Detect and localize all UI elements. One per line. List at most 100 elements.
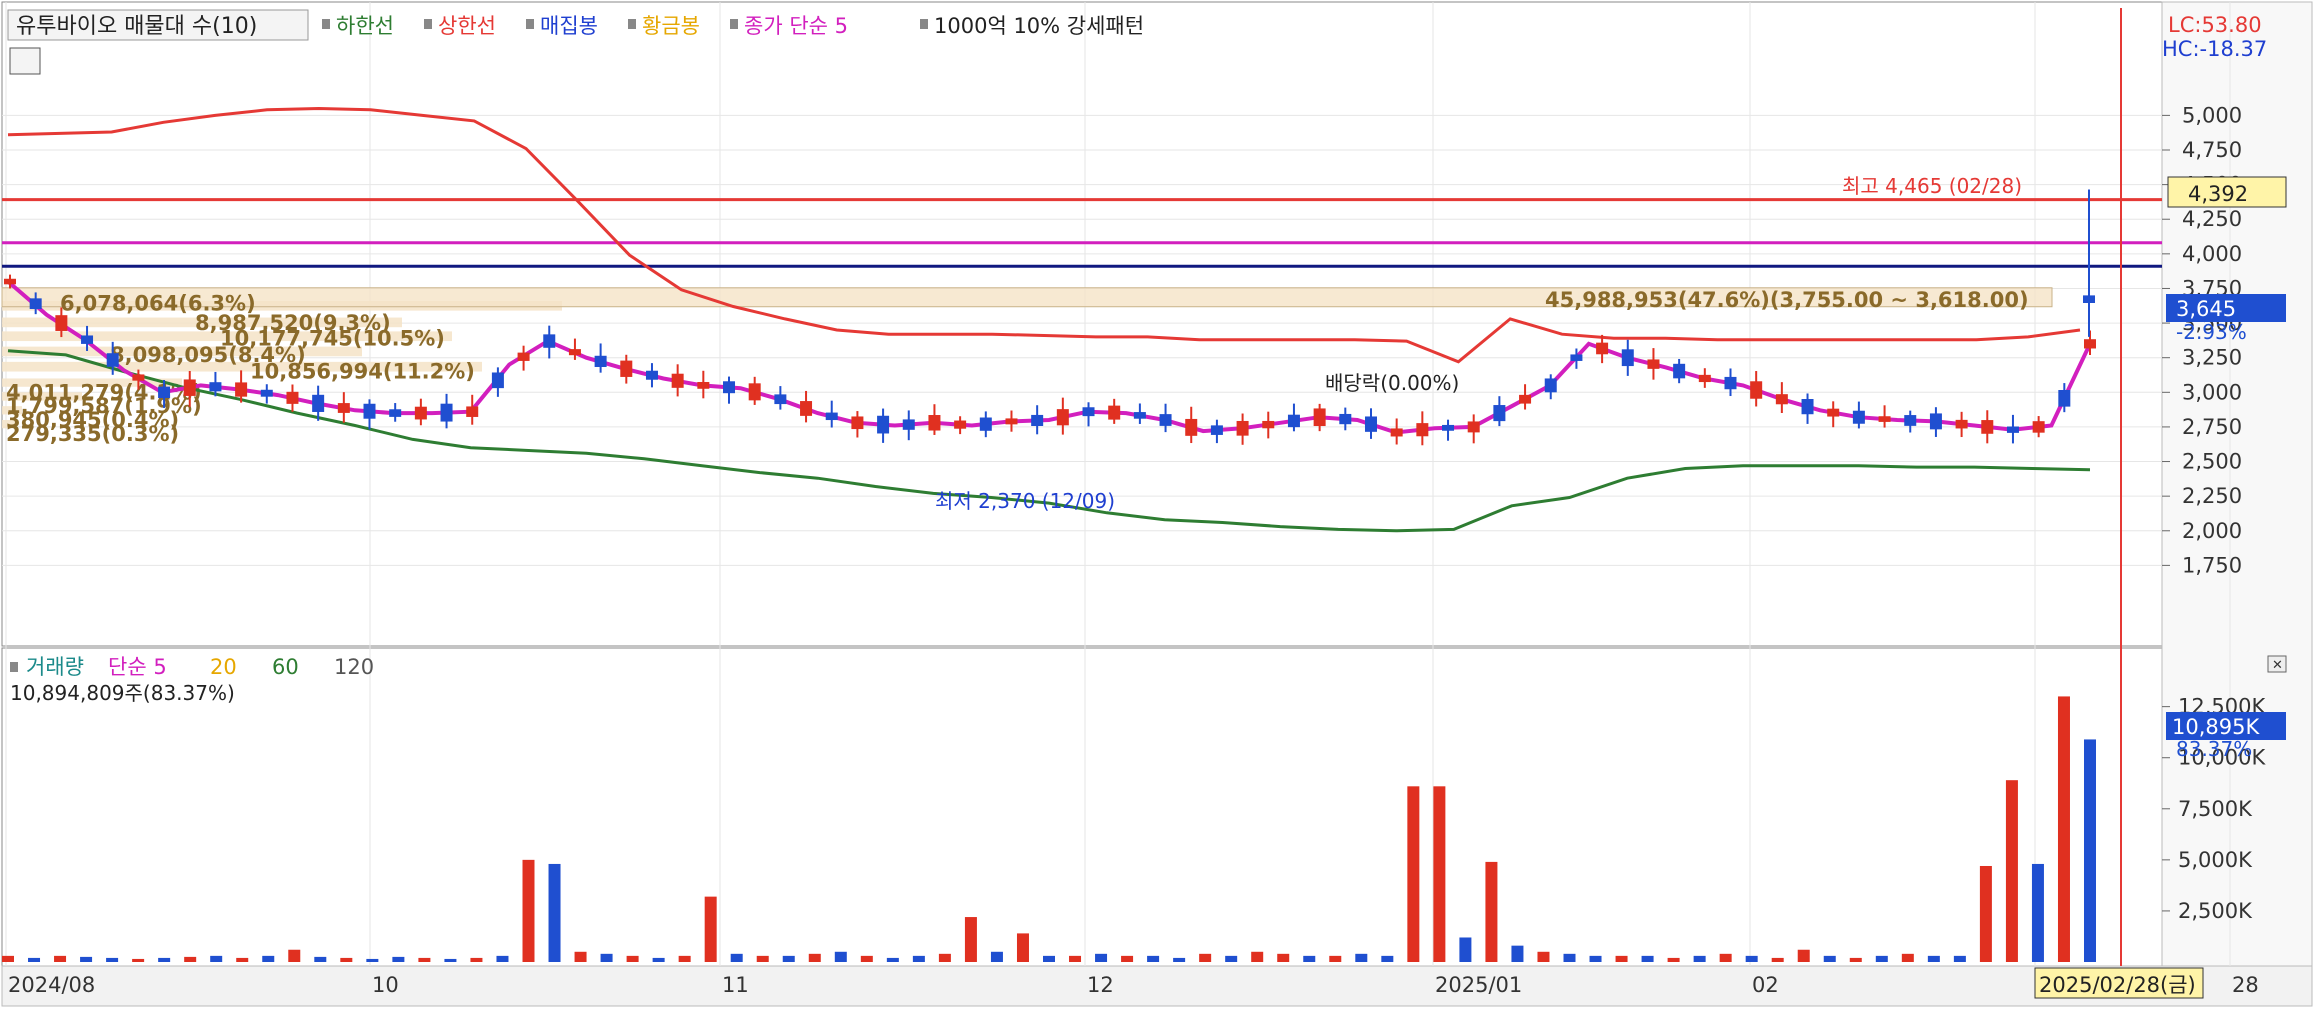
volume-bar [1875,955,1888,962]
last-volume-text: 10,894,809주(83.37%) [10,681,235,705]
candle-body [1339,413,1352,425]
candle-body [1878,416,1891,422]
candle-body [1133,412,1146,419]
candle-body [723,381,736,394]
table-icon[interactable] [9,47,41,75]
candle-body [363,403,376,419]
volume-bar [184,956,197,962]
legend-item: 상한선 [438,14,496,38]
candle-body [954,420,967,429]
candle-body [337,403,350,413]
candle-body [158,386,171,398]
volume-bar [860,955,873,962]
candle-body [2032,421,2045,433]
candle-body [1852,410,1865,424]
candle-body [1698,374,1711,383]
candle-body [697,381,710,389]
volume-bar [1823,955,1836,962]
x-tick-label: 2024/08 [8,973,95,997]
x-axis-area [1,965,2313,1007]
volume-bar [704,896,717,962]
candle-body [235,382,248,397]
volume-bar [54,955,67,962]
y-tick-label: 4,750 [2182,138,2242,162]
x-tick-label: 2025/01 [1435,973,1522,997]
volume-bar [1771,957,1784,962]
candle-body [1364,416,1377,432]
volume-bar [1016,933,1029,962]
candle-body [1005,418,1018,425]
volume-bar [288,949,301,962]
volume-bar [1407,786,1420,962]
volume-bar [1719,953,1732,962]
candle-body [209,382,222,392]
volume-bar [1459,937,1472,962]
x-tick-label: 11 [722,973,749,997]
candle-body [2084,339,2096,349]
volume-bar [28,957,41,962]
candle-body [902,419,915,430]
x-tick-label: 02 [1752,973,1779,997]
chart-title: 유투바이오 매물대 수(10) [16,14,257,39]
volume-bar [2057,696,2070,962]
candle-body [132,374,145,381]
stock-chart[interactable]: 6,078,064(6.3%) 8,987,520(9.3%) 10,177,745… [0,0,2314,1008]
volume-bar [990,951,1003,962]
candle-body [466,406,479,417]
candle-body [645,370,658,380]
volume-bar [678,955,691,962]
x-tick-label: 10 [372,973,399,997]
candle-body [748,383,761,401]
legend-item: 하한선 [336,14,394,38]
x-tick-label: 28 [2232,973,2259,997]
candle-body [1801,399,1814,415]
volume-tick-label: 7,500K [2178,797,2253,821]
candle-body [1442,424,1455,431]
candle-body [594,355,607,367]
volume-bar [1563,953,1576,962]
x-tick-label: 2025/02/28(금) [2039,973,2196,997]
volume-bar [626,955,639,962]
high-annotation: 최고 4,465 (02/28) [1842,174,2022,198]
volume-bar [1433,786,1446,962]
volume-bar [470,957,483,962]
candle-body [1159,414,1172,426]
volume-bar [600,953,613,962]
candle-body [1647,359,1660,369]
candle-body [1493,405,1506,422]
candle-body [1287,414,1300,428]
candle-body [1467,421,1480,433]
candle-body [1416,423,1429,437]
legend-marker [424,19,432,29]
volume-panel[interactable] [1,647,2163,967]
legend-marker [730,19,738,29]
candle-body [1210,425,1223,435]
candle-body [877,415,890,434]
candle-body [1519,394,1532,404]
volume-bar [80,956,93,962]
candle-body [1056,409,1069,426]
candle-body [491,372,504,389]
candle-body [800,401,813,416]
y-tick-label: 2,000 [2182,519,2242,543]
candle-body [1750,381,1763,399]
volume-bar [340,957,353,962]
volume-bar [782,955,795,962]
y-tick-label: 2,750 [2182,415,2242,439]
candle-body [517,352,530,361]
candle-body [1262,420,1275,429]
volume-bar [1667,957,1680,962]
volume-bar [1225,955,1238,962]
low-annotation: 최저 2,370 (12/09) [935,489,1115,513]
volume-bar [2005,780,2018,962]
volume-bar [314,956,327,962]
volume-bar [574,951,587,962]
candle-body [979,417,992,431]
candle-body [1236,420,1249,436]
volume-bar [1693,955,1706,962]
volume-bar [1615,955,1628,962]
candle-body [1544,378,1557,393]
volume-tick-label: 5,000K [2178,848,2253,872]
legend-marker [322,19,330,29]
volume-bar [1199,953,1212,962]
